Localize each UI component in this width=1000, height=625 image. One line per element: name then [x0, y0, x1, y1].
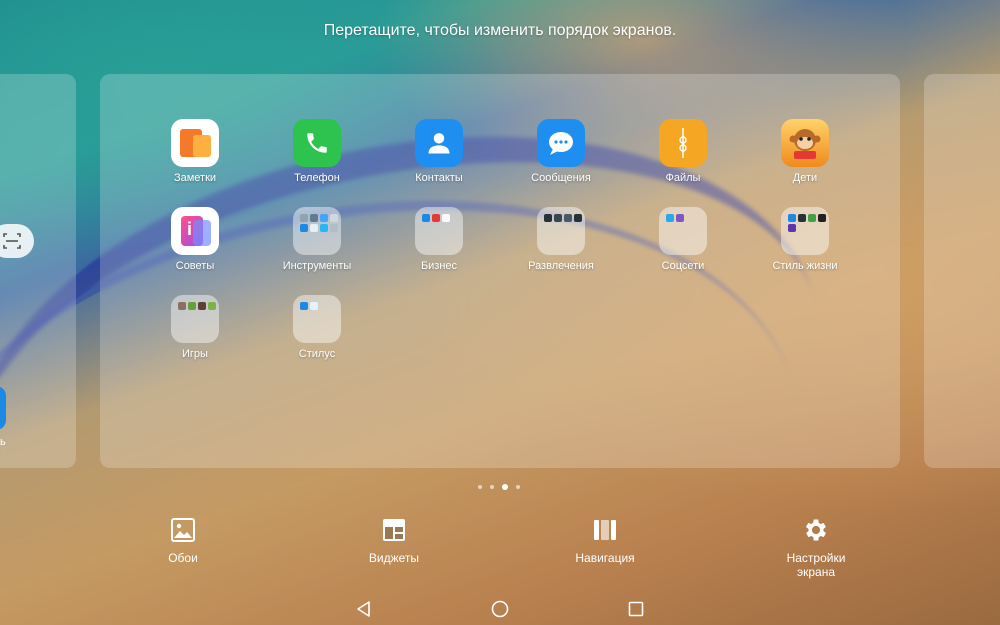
- page-indicator: [478, 484, 520, 490]
- app-label: Игры: [182, 348, 208, 360]
- folder-icon: [415, 207, 463, 255]
- widgets-button[interactable]: Виджеты: [339, 515, 449, 565]
- navigation-icon: [590, 515, 620, 545]
- folder-icon: [293, 207, 341, 255]
- app-label: Советы: [175, 260, 215, 272]
- screen-thumbnail-next[interactable]: [924, 74, 1000, 468]
- folder-entertainment[interactable]: Развлечения: [506, 207, 616, 272]
- folder-icon: [781, 207, 829, 255]
- app-label: Бизнес: [420, 260, 458, 272]
- widgets-label: Виджеты: [368, 551, 420, 565]
- page-dot[interactable]: [490, 485, 494, 489]
- app-label: Инструменты: [282, 260, 352, 272]
- folder-social[interactable]: Соцсети: [628, 207, 738, 272]
- gear-icon: [801, 515, 831, 545]
- navigation-button[interactable]: Навигация: [550, 515, 660, 565]
- scan-icon: [3, 233, 21, 249]
- folder-icon: [659, 207, 707, 255]
- folder-icon: [537, 207, 585, 255]
- back-button[interactable]: [352, 597, 376, 621]
- scan-button[interactable]: [0, 224, 34, 258]
- kids-monkey-icon: [781, 119, 829, 167]
- notes-icon: [171, 119, 219, 167]
- folder-tools[interactable]: Инструменты: [262, 207, 372, 272]
- phone-icon: [293, 119, 341, 167]
- partial-app-label: ь: [0, 436, 6, 448]
- files-icon: [659, 119, 707, 167]
- navigation-label: Навигация: [575, 551, 635, 565]
- page-dot[interactable]: [478, 485, 482, 489]
- page-dot[interactable]: [516, 485, 520, 489]
- folder-games[interactable]: Игры: [140, 295, 250, 360]
- tips-icon: i: [171, 207, 219, 255]
- image-icon: [168, 515, 198, 545]
- folder-stylus[interactable]: Стилус: [262, 295, 372, 360]
- contacts-icon: [415, 119, 463, 167]
- recents-button[interactable]: [624, 597, 648, 621]
- app-files[interactable]: Файлы: [628, 119, 738, 184]
- screen-settings-button[interactable]: Настройки экрана: [761, 515, 871, 579]
- app-label: Контакты: [415, 172, 463, 184]
- app-label: Развлечения: [528, 260, 594, 272]
- app-label: Сообщения: [531, 172, 591, 184]
- app-messages[interactable]: Сообщения: [506, 119, 616, 184]
- app-phone[interactable]: Телефон: [262, 119, 372, 184]
- system-nav-bar: [0, 597, 1000, 621]
- page-dot-active[interactable]: [502, 484, 508, 490]
- app-label: Телефон: [294, 172, 340, 184]
- app-notes[interactable]: Заметки: [140, 119, 250, 184]
- folder-lifestyle[interactable]: Стиль жизни: [750, 207, 860, 272]
- app-label: Заметки: [173, 172, 217, 184]
- reorder-hint: Перетащите, чтобы изменить порядок экран…: [323, 22, 677, 39]
- app-label: Файлы: [665, 172, 701, 184]
- screen-thumbnail-previous[interactable]: [0, 74, 76, 468]
- wallpaper-button[interactable]: Обои: [128, 515, 238, 565]
- app-kids[interactable]: Дети: [750, 119, 860, 184]
- screen-settings-label-line2: экрана: [796, 565, 836, 579]
- folder-icon: [171, 295, 219, 343]
- messages-icon: [537, 119, 585, 167]
- app-label: Стиль жизни: [772, 260, 838, 272]
- app-label: Дети: [792, 172, 818, 184]
- screen-settings-label-line1: Настройки: [786, 551, 846, 565]
- app-label: Стилус: [298, 348, 336, 360]
- recents-square-icon: [628, 601, 644, 617]
- widgets-icon: [379, 515, 409, 545]
- app-label: Соцсети: [661, 260, 705, 272]
- folder-icon: [293, 295, 341, 343]
- partial-app-icon[interactable]: [0, 386, 6, 430]
- app-contacts[interactable]: Контакты: [384, 119, 494, 184]
- back-triangle-icon: [357, 601, 370, 617]
- folder-business[interactable]: Бизнес: [384, 207, 494, 272]
- app-tips[interactable]: i Советы: [140, 207, 250, 272]
- screen-settings-label: Настройки экрана: [761, 551, 871, 579]
- wallpaper-label: Обои: [168, 551, 198, 565]
- home-button[interactable]: [488, 597, 512, 621]
- home-circle-icon: [491, 600, 509, 618]
